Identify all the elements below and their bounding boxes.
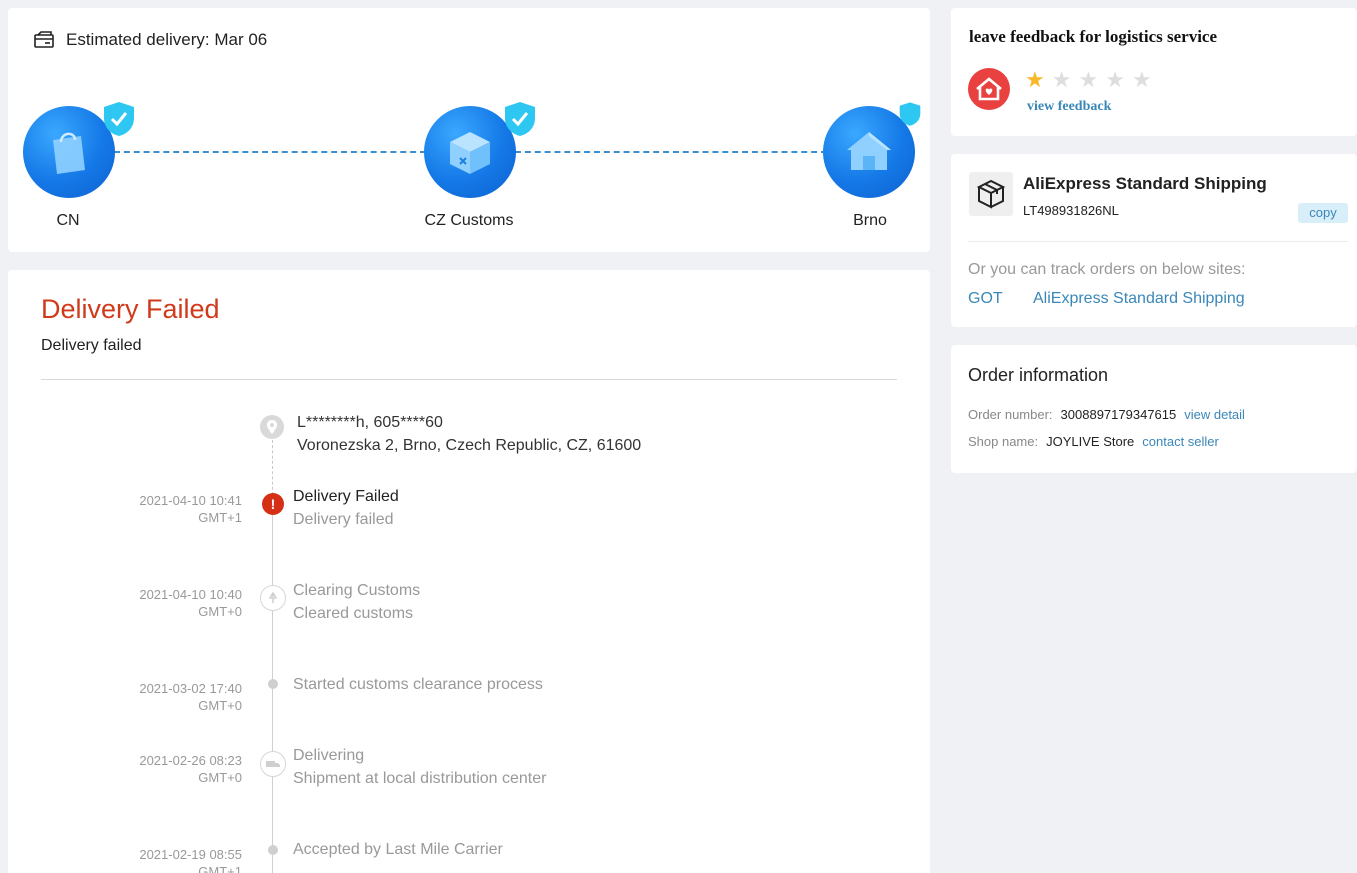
star-icon[interactable]: ★	[1025, 68, 1045, 92]
event-title: Delivery Failed	[293, 488, 399, 505]
star-rating[interactable]: ★ ★ ★ ★ ★	[1025, 68, 1159, 92]
recipient-name-phone: L********h, 605****60	[297, 414, 443, 431]
track-sites-note: Or you can track orders on below sites:	[968, 261, 1246, 278]
event-date: 2021-04-10 10:40	[139, 587, 242, 602]
shop-name-row: Shop name: JOYLIVE Store contact seller	[968, 434, 1219, 449]
timeline-dot	[268, 845, 278, 855]
package-icon	[969, 172, 1013, 216]
route-node-origin	[23, 102, 134, 198]
error-icon: !	[262, 493, 284, 515]
shop-name: JOYLIVE Store	[1046, 434, 1135, 449]
event-time: 2021-02-19 08:55 GMT+1	[8, 846, 242, 873]
divider	[41, 379, 897, 380]
event-timezone: GMT+1	[198, 864, 242, 873]
event-time: 2021-02-26 08:23 GMT+0	[8, 752, 242, 786]
event-timezone: GMT+0	[198, 698, 242, 713]
event-date: 2021-02-19 08:55	[139, 847, 242, 862]
event-title: Delivering	[293, 747, 365, 764]
verified-shield-icon	[505, 102, 535, 136]
event-timezone: GMT+0	[198, 604, 242, 619]
status-subtitle: Delivery failed	[41, 337, 142, 354]
package-customs-icon	[450, 132, 490, 174]
route-node-customs	[424, 102, 535, 198]
route-connector	[515, 151, 827, 153]
logistics-home-logo-icon	[968, 68, 1010, 110]
event-time: 2021-04-10 10:40 GMT+0	[8, 586, 242, 620]
divider	[968, 241, 1348, 242]
view-detail-link[interactable]: view detail	[1184, 407, 1245, 422]
shop-name-label: Shop name:	[968, 434, 1039, 449]
status-title: Delivery Failed	[41, 294, 220, 324]
event-description: Cleared customs	[293, 605, 414, 622]
event-title: Accepted by Last Mile Carrier	[293, 841, 503, 858]
carrier-name: AliExpress Standard Shipping	[1023, 174, 1267, 193]
track-site-link-got[interactable]: GOT	[968, 290, 1003, 308]
timeline-connector	[272, 440, 273, 495]
shipping-card: AliExpress Standard Shipping LT498931826…	[951, 154, 1357, 327]
shield-icon	[899, 102, 921, 126]
event-description: Shipment at local distribution center	[293, 770, 547, 787]
order-info-card: Order information Order number: 30088971…	[951, 345, 1357, 473]
event-timezone: GMT+1	[198, 510, 242, 525]
delivery-truck-icon	[34, 31, 54, 48]
order-number-label: Order number:	[968, 407, 1053, 422]
event-date: 2021-04-10 10:41	[139, 493, 242, 508]
event-time: 2021-03-02 17:40 GMT+0	[8, 680, 242, 714]
estimated-delivery-text: Estimated delivery: Mar 06	[66, 30, 268, 49]
estimated-delivery: Estimated delivery: Mar 06	[34, 30, 267, 50]
location-pin-icon	[260, 415, 284, 439]
event-date: 2021-02-26 08:23	[139, 753, 242, 768]
route-node-label: CZ Customs	[424, 212, 514, 229]
event-title: Started customs clearance process	[293, 676, 543, 693]
event-timezone: GMT+0	[198, 770, 242, 785]
route-card: Estimated delivery: Mar 06 CN CZ Customs	[8, 8, 930, 252]
delivery-truck-icon	[260, 751, 286, 777]
star-icon[interactable]: ★	[1105, 68, 1125, 92]
star-icon[interactable]: ★	[1052, 68, 1072, 92]
recipient-address: Voronezska 2, Brno, Czech Republic, CZ, …	[297, 437, 642, 454]
route-node-label: Brno	[853, 212, 887, 229]
track-site-link-aliexpress[interactable]: AliExpress Standard Shipping	[1033, 290, 1245, 308]
route-node-label: CN	[56, 212, 80, 229]
route-node-destination	[823, 102, 921, 198]
timeline-dot	[268, 679, 278, 689]
view-feedback-link[interactable]: view feedback	[1027, 99, 1111, 115]
order-info-title: Order information	[968, 365, 1109, 385]
tracking-number: LT498931826NL	[1023, 203, 1119, 218]
event-description: Delivery failed	[293, 511, 394, 528]
event-time: 2021-04-10 10:41 GMT+1	[8, 492, 242, 526]
star-icon[interactable]: ★	[1078, 68, 1098, 92]
copy-tracking-button[interactable]: copy	[1298, 203, 1348, 223]
feedback-card: leave feedback for logistics service ★ ★…	[951, 8, 1357, 136]
timeline-line	[272, 515, 273, 873]
event-title: Clearing Customs	[293, 582, 421, 599]
shopping-bag-icon	[53, 132, 85, 174]
star-icon[interactable]: ★	[1132, 68, 1152, 92]
contact-seller-link[interactable]: contact seller	[1142, 434, 1219, 449]
route-connector	[114, 151, 426, 153]
order-number-row: Order number: 3008897179347615 view deta…	[968, 407, 1245, 422]
tracking-timeline-card: Delivery Failed Delivery failed L*******…	[8, 270, 930, 873]
order-number: 3008897179347615	[1060, 407, 1177, 422]
feedback-title: leave feedback for logistics service	[969, 27, 1218, 46]
verified-shield-icon	[104, 102, 134, 136]
customs-icon	[260, 585, 286, 611]
event-date: 2021-03-02 17:40	[139, 681, 242, 696]
house-icon	[847, 132, 891, 170]
